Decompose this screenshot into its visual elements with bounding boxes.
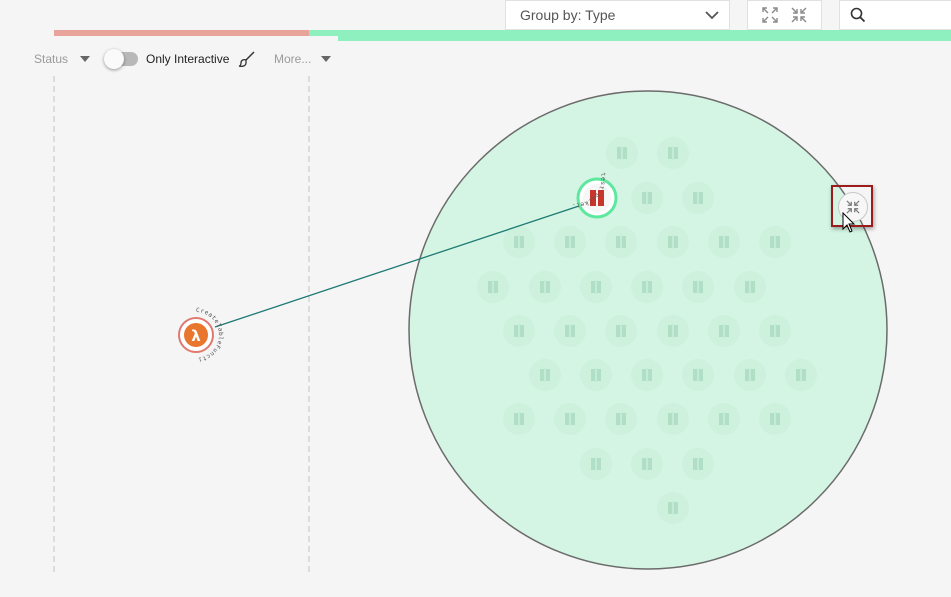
collapsed-resource-node <box>631 271 663 303</box>
collapsed-resource-node <box>605 226 637 258</box>
lambda-node[interactable]: λ CreateTableFunction <box>0 0 224 363</box>
collapsed-resource-node <box>657 226 689 258</box>
collapsed-resource-node <box>759 403 791 435</box>
collapsed-resource-node <box>605 315 637 347</box>
collapsed-resource-node <box>682 271 714 303</box>
collapsed-resource-node <box>631 448 663 480</box>
collapsed-resource-node <box>580 448 612 480</box>
collapsed-resource-node <box>631 359 663 391</box>
collapsed-resource-node <box>708 403 740 435</box>
collapsed-resource-node <box>759 226 791 258</box>
collapsed-resource-node <box>708 315 740 347</box>
collapsed-resource-node <box>529 271 561 303</box>
collapsed-resource-node <box>631 182 663 214</box>
s3-cluster-circle[interactable] <box>408 90 888 570</box>
collapsed-resource-node <box>580 271 612 303</box>
collapsed-resource-node <box>554 315 586 347</box>
collapsed-resource-node <box>708 226 740 258</box>
collapsed-resource-node <box>682 182 714 214</box>
graph-canvas: λ CreateTableFunction test-bucket-1 <box>0 0 888 570</box>
mouse-pointer-icon <box>842 212 856 233</box>
collapsed-resource-node <box>759 315 791 347</box>
collapsed-resource-node <box>606 137 638 169</box>
collapsed-resource-node <box>657 137 689 169</box>
collapsed-resource-node <box>554 226 586 258</box>
collapsed-resource-node <box>734 271 766 303</box>
collapsed-resource-node <box>580 359 612 391</box>
collapsed-resource-node <box>682 359 714 391</box>
collapsed-resource-node <box>657 315 689 347</box>
collapsed-resource-node <box>785 359 817 391</box>
collapsed-resource-node <box>657 403 689 435</box>
lambda-icon: λ <box>191 327 201 345</box>
lambda-node-label: CreateTableFunction <box>0 0 224 363</box>
collapsed-resource-node <box>503 403 535 435</box>
graph-view: Group by: Type Status Only Interactive M… <box>0 0 951 597</box>
collapsed-resource-node <box>477 271 509 303</box>
collapsed-resource-node <box>682 448 714 480</box>
collapsed-resource-node <box>529 359 561 391</box>
collapsed-resource-node <box>503 315 535 347</box>
svg-text:CreateTableFunction: CreateTableFunction <box>0 0 224 363</box>
collapsed-resource-node <box>554 403 586 435</box>
collapsed-resource-node <box>734 359 766 391</box>
collapsed-resource-node <box>605 403 637 435</box>
collapsed-resource-node <box>657 492 689 524</box>
collapsed-resource-node <box>503 226 535 258</box>
